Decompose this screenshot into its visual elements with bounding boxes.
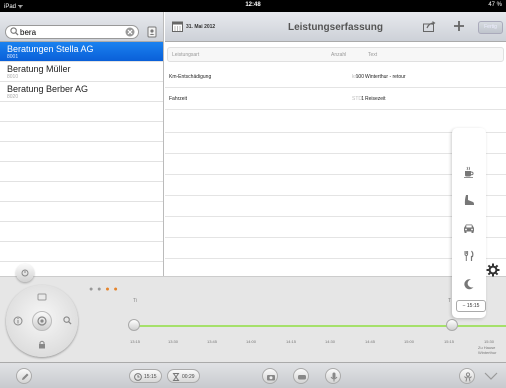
- up-icon[interactable]: [37, 293, 47, 301]
- time-control-area: [0, 276, 506, 362]
- customer-sidebar: Beratungen Stella AG 8001 Beratung Mülle…: [0, 12, 164, 276]
- empty-row: [0, 182, 163, 202]
- customer-number: 8020: [7, 94, 19, 100]
- main-header: 31. Mai 2012 Leistungserfassung Fertig: [165, 12, 506, 42]
- camera-button[interactable]: [262, 368, 278, 384]
- timeline-tick: 15:30: [484, 339, 495, 344]
- column-header: Leistungsart: [172, 52, 200, 58]
- gear-icon[interactable]: [486, 263, 500, 277]
- bottom-toolbar: 15:15 00:29: [0, 362, 506, 388]
- clear-search-icon[interactable]: [125, 27, 135, 37]
- timeline-start-label: Ti: [133, 298, 137, 304]
- timeline-end-location: Zu Hause Winterthur: [478, 345, 497, 355]
- customer-name: Beratung Müller: [7, 64, 71, 74]
- service-type: Km-Entschädigung: [169, 74, 212, 80]
- timeline-end-marker-label: T: [448, 298, 452, 304]
- search-field[interactable]: [5, 25, 139, 39]
- customer-name: Beratung Berber AG: [7, 84, 89, 94]
- lock-icon[interactable]: [38, 340, 46, 349]
- chevron-down-icon[interactable]: [484, 372, 498, 380]
- person-button[interactable]: [459, 368, 475, 384]
- duration-label: 00:29: [182, 374, 195, 380]
- service-text: Winterthur - retour: [365, 74, 406, 80]
- timeline-start-knob[interactable]: [128, 319, 140, 331]
- timeline-handle-button[interactable]: [16, 264, 34, 282]
- moon-icon[interactable]: [463, 278, 475, 290]
- customer-number: 8010: [7, 74, 19, 80]
- timeline-tick: 14:15: [286, 339, 297, 344]
- coffee-icon[interactable]: [463, 166, 475, 178]
- category-icon-panel: [452, 128, 486, 318]
- table-row[interactable]: Fahrzeit 1 STD Reisezeit: [165, 88, 506, 110]
- info-icon[interactable]: [13, 316, 23, 326]
- shoe-icon[interactable]: [463, 194, 475, 206]
- export-icon[interactable]: [423, 21, 436, 32]
- service-unit: STD: [352, 96, 362, 102]
- done-button[interactable]: Fertig: [478, 21, 503, 34]
- microphone-button[interactable]: [325, 368, 341, 384]
- status-bar: iPad ᯤ 12:48 47 %: [0, 0, 506, 12]
- timeline-tick: 15:15: [444, 339, 455, 344]
- customer-item[interactable]: Beratung Berber AG 8020: [0, 82, 163, 102]
- time-badge: − 15:15: [456, 300, 486, 312]
- car-icon[interactable]: [463, 222, 475, 234]
- dial-center-button[interactable]: [32, 311, 52, 331]
- page-indicator: ● ● ● ●: [89, 286, 119, 293]
- table-row[interactable]: Km-Entschädigung 100 km Winterthur - ret…: [165, 66, 506, 88]
- service-text: Reisezeit: [365, 96, 386, 102]
- hourglass-icon: [172, 373, 180, 381]
- timeline-tick: 15:00: [404, 339, 415, 344]
- customer-number: 8001: [7, 54, 19, 60]
- search-input[interactable]: [20, 27, 120, 37]
- empty-row: [0, 202, 163, 222]
- customer-name: Beratungen Stella AG: [7, 44, 94, 54]
- timeline-tick: 14:30: [325, 339, 336, 344]
- search-bar: [0, 12, 163, 42]
- start-time-label: 15:15: [144, 374, 157, 380]
- timeline-tick: 13:15: [130, 339, 141, 344]
- search-icon: [10, 27, 19, 36]
- empty-row: [0, 162, 163, 182]
- navigation-dial[interactable]: [6, 285, 78, 357]
- zoom-icon[interactable]: [63, 316, 72, 325]
- timeline-tick: 13:30: [168, 339, 179, 344]
- column-header: Anzahl: [331, 52, 347, 58]
- column-header: Text: [368, 52, 378, 58]
- customer-item[interactable]: Beratung Müller 8010: [0, 62, 163, 82]
- service-unit: km: [352, 74, 359, 80]
- empty-row: [0, 222, 163, 242]
- timeline-tick: 14:00: [246, 339, 257, 344]
- timeline-end-knob[interactable]: [446, 319, 458, 331]
- start-time-pill[interactable]: 15:15: [129, 369, 162, 383]
- timeline-tick: 13:45: [207, 339, 218, 344]
- fork-knife-icon[interactable]: [463, 250, 475, 262]
- clock: 12:48: [245, 2, 261, 8]
- clock-icon: [134, 373, 142, 381]
- empty-row: [0, 242, 163, 262]
- battery-label: 47 %: [488, 2, 502, 8]
- video-button[interactable]: [293, 368, 309, 384]
- duration-pill[interactable]: 00:29: [167, 369, 200, 383]
- empty-row: [0, 102, 163, 122]
- address-book-icon[interactable]: [146, 26, 158, 38]
- timeline-tick: 14:45: [365, 339, 376, 344]
- empty-row: [0, 142, 163, 162]
- table-header: Leistungsart Anzahl Text: [167, 47, 504, 62]
- empty-row: [0, 122, 163, 142]
- edit-button[interactable]: [16, 368, 32, 384]
- add-icon[interactable]: [453, 20, 465, 32]
- service-type: Fahrzeit: [169, 96, 188, 102]
- customer-item-selected[interactable]: Beratungen Stella AG 8001: [0, 42, 163, 62]
